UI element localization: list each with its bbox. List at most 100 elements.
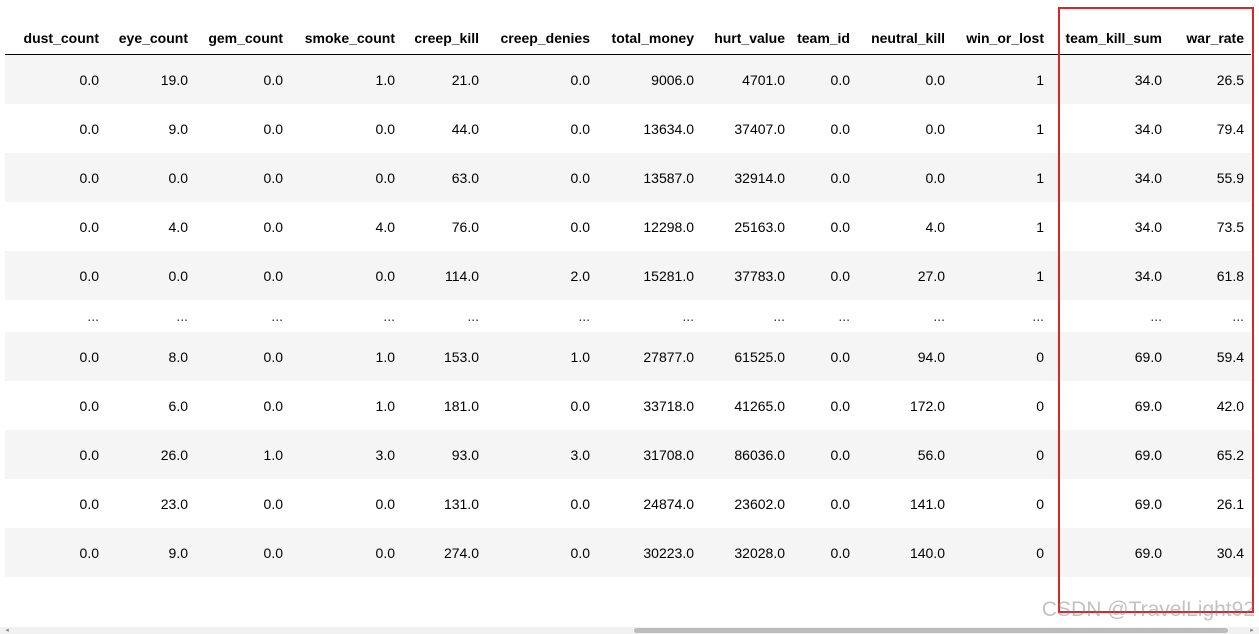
column-header-win-or-lost: win_or_lost [952, 22, 1051, 55]
table-cell: 1.0 [375, 397, 395, 414]
table-cell: 0.0 [79, 169, 99, 186]
table-cell: 4.0 [168, 218, 188, 235]
table-cell: 0 [1036, 495, 1044, 512]
horizontal-scrollbar[interactable]: ◂ ▸ [0, 627, 1259, 634]
table-cell: 76.0 [451, 218, 479, 235]
ellipsis-cell: ... [838, 308, 850, 324]
table-cell: 4.0 [925, 218, 945, 235]
table-row: 0.0 19.0 0.0 1.0 21.0 0.0 9006.0 4701.0 0.0 0.0 1 3… [5, 54, 1251, 104]
table-cell: 0.0 [925, 169, 945, 186]
table-cell: 0.0 [79, 120, 99, 137]
table-cell: 0.0 [79, 446, 99, 463]
table-cell: 0.0 [830, 169, 850, 186]
table-row: 0.0 9.0 0.0 0.0 274.0 0.0 30223.0 32028.0 0.0 140… [5, 528, 1251, 577]
table-cell: 61525.0 [734, 348, 785, 365]
table-cell: 0.0 [570, 218, 590, 235]
table-cell: 0.0 [375, 544, 395, 561]
table-cell: 34.0 [1134, 71, 1162, 88]
table-header: dust_count eye_count gem_count smoke_count c… [5, 22, 1251, 55]
ellipsis-cell: ... [1150, 308, 1162, 324]
table-cell: 0.0 [168, 267, 188, 284]
table-cell: 33718.0 [643, 397, 694, 414]
table-row: 0.0 0.0 0.0 0.0 63.0 0.0 13587.0 32914.0 0.0 0.0 1… [5, 153, 1251, 202]
table-cell: 114.0 [445, 267, 479, 284]
table-cell: 1 [1036, 218, 1044, 235]
table-cell: 141.0 [909, 495, 945, 512]
table-cell: 0.0 [830, 267, 850, 284]
table-cell: 55.9 [1216, 169, 1244, 186]
table-cell: 32028.0 [734, 544, 785, 561]
table-cell: 56.0 [917, 446, 945, 463]
column-header-team-id: team_id [792, 22, 857, 55]
table-cell: 34.0 [1134, 169, 1162, 186]
table-row: 0.0 23.0 0.0 0.0 131.0 0.0 24874.0 23602.0 0.0 14… [5, 479, 1251, 528]
ellipsis-cell: ... [1232, 308, 1244, 324]
column-header-creep-kill: creep_kill [402, 22, 486, 55]
column-header-smoke-count: smoke_count [290, 22, 402, 55]
table-cell: 27877.0 [643, 348, 694, 365]
table-cell: 44.0 [451, 120, 479, 137]
table-cell: 0.0 [375, 169, 395, 186]
scrollbar-thumb[interactable] [634, 628, 1228, 633]
table-cell: 30.4 [1216, 544, 1244, 561]
table-cell: 0.0 [263, 397, 283, 414]
table-cell: 0 [1036, 446, 1044, 463]
table-cell: 26.5 [1216, 71, 1244, 88]
scroll-left-icon[interactable]: ◂ [2, 627, 12, 634]
table-cell: 93.0 [451, 446, 479, 463]
table-cell: 9006.0 [651, 71, 694, 88]
table-cell: 4701.0 [742, 71, 785, 88]
table-cell: 1.0 [375, 71, 395, 88]
ellipsis-cell: ... [1032, 308, 1044, 324]
ellipsis-cell: ... [578, 308, 590, 324]
table-cell: 8.0 [168, 348, 188, 365]
table-cell: 0 [1036, 397, 1044, 414]
table-cell: 37407.0 [734, 120, 785, 137]
table-cell: 1 [1036, 71, 1044, 88]
table-cell: 0.0 [830, 495, 850, 512]
table-cell: 4.0 [375, 218, 395, 235]
table-cell: 0.0 [375, 120, 395, 137]
table-cell: 41265.0 [734, 397, 785, 414]
table-cell: 26.0 [160, 446, 188, 463]
table-cell: 15281.0 [643, 267, 694, 284]
table-cell: 0.0 [570, 169, 590, 186]
table-cell: 42.0 [1216, 397, 1244, 414]
table-row: 0.0 9.0 0.0 0.0 44.0 0.0 13634.0 37407.0 0.0 0.0 1… [5, 104, 1251, 153]
ellipsis-cell: ... [933, 308, 945, 324]
table-cell: 181.0 [443, 397, 479, 414]
column-header-gem-count: gem_count [195, 22, 290, 55]
table-cell: 0.0 [570, 544, 590, 561]
ellipsis-cell: ... [467, 308, 479, 324]
scroll-right-icon[interactable]: ▸ [1247, 627, 1257, 634]
table-cell: 0.0 [79, 495, 99, 512]
table-cell: 0.0 [263, 267, 283, 284]
ellipsis-cell: ... [682, 308, 694, 324]
header-row: dust_count eye_count gem_count smoke_count c… [5, 22, 1251, 55]
table-cell: 23.0 [160, 495, 188, 512]
table-cell: 69.0 [1134, 446, 1162, 463]
table-cell: 0.0 [263, 169, 283, 186]
table-cell: 274.0 [443, 544, 479, 561]
table-row: 0.0 0.0 0.0 0.0 114.0 2.0 15281.0 37783.0 0.0 27.… [5, 251, 1251, 300]
table-cell: 0 [1036, 348, 1044, 365]
table-cell: 13634.0 [643, 120, 694, 137]
table-cell: 0 [1036, 544, 1044, 561]
ellipsis-cell: ... [176, 308, 188, 324]
table-cell: 0.0 [830, 544, 850, 561]
ellipsis-cell: ... [773, 308, 785, 324]
table-cell: 1 [1036, 120, 1044, 137]
table-cell: 3.0 [375, 446, 395, 463]
table-cell: 65.2 [1216, 446, 1244, 463]
table-cell: 0.0 [830, 71, 850, 88]
table-cell: 31708.0 [643, 446, 694, 463]
table-cell: 1 [1036, 169, 1044, 186]
table-cell: 1.0 [570, 348, 590, 365]
table-cell: 3.0 [570, 446, 590, 463]
table-cell: 32914.0 [734, 169, 785, 186]
table-cell: 0.0 [375, 495, 395, 512]
table-cell: 0.0 [570, 71, 590, 88]
table-cell: 153.0 [443, 348, 479, 365]
column-header-eye-count: eye_count [106, 22, 195, 55]
table-cell: 0.0 [830, 120, 850, 137]
